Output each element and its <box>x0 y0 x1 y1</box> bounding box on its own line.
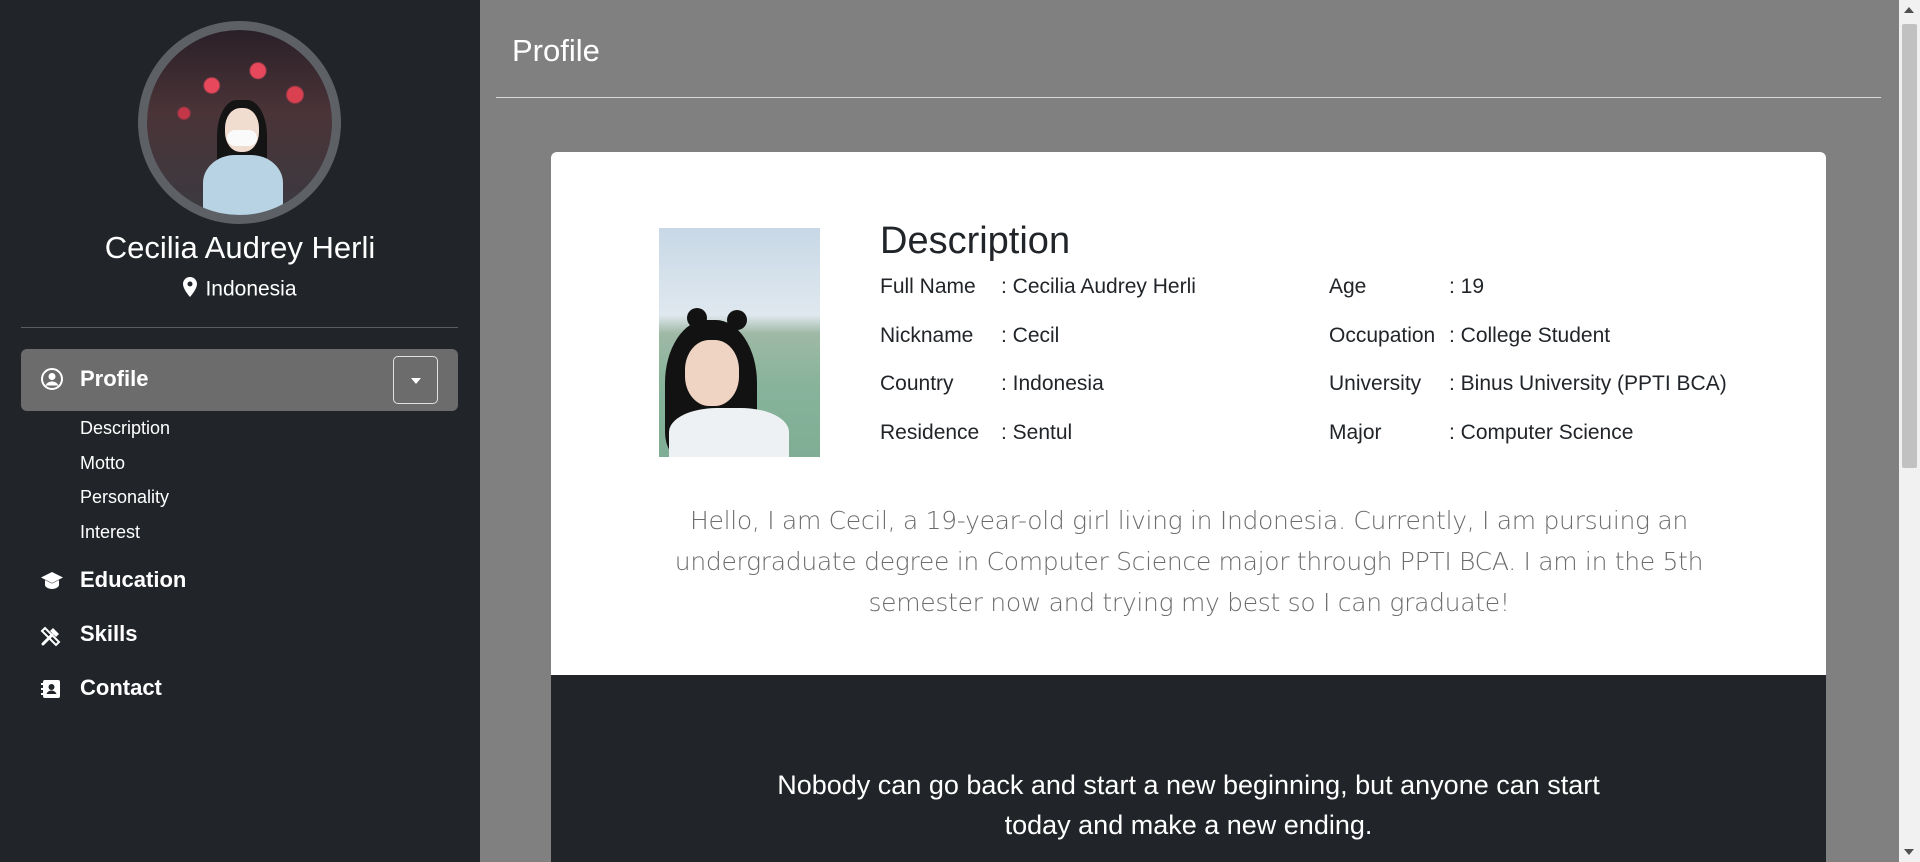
section-title-description: Description <box>880 220 1071 262</box>
profile-card: Description Full Name : Cecilia Audrey H… <box>551 152 1826 862</box>
caret-down-icon <box>411 378 421 384</box>
motto-text: Nobody can go back and start a new begin… <box>777 770 1600 840</box>
scrollbar-thumb[interactable] <box>1902 24 1917 468</box>
user-name: Cecilia Audrey Herli <box>104 230 376 265</box>
field-value: : Cecil <box>1001 324 1060 347</box>
sidebar-subitem-interest[interactable]: Interest <box>80 522 140 543</box>
sidebar-item-label: Profile <box>80 366 149 391</box>
field-value: : Binus University (PPTI BCA) <box>1449 372 1727 395</box>
user-circle-icon <box>41 368 63 395</box>
field-label: Residence <box>880 421 980 444</box>
field-label: Nickname <box>880 324 974 347</box>
field-label: Occupation <box>1329 324 1436 347</box>
field-label: Age <box>1329 275 1367 298</box>
field-label: Major <box>1329 421 1382 444</box>
location-text: Indonesia <box>205 277 297 301</box>
field-value: : Cecilia Audrey Herli <box>1001 275 1196 298</box>
map-pin-icon <box>183 277 198 303</box>
user-location: Indonesia <box>0 277 480 303</box>
sidebar-divider <box>21 327 458 328</box>
graduation-cap-icon <box>40 571 64 596</box>
field-label: Full Name <box>880 275 976 298</box>
field-value: : 19 <box>1449 275 1485 298</box>
field-label: Country <box>880 372 954 395</box>
field-value: : Indonesia <box>1001 372 1104 395</box>
scroll-down-arrow-icon[interactable] <box>1904 849 1914 855</box>
bio-text: Hello, I am Cecil, a 19-year-old girl li… <box>674 506 1704 617</box>
tools-icon <box>40 625 62 652</box>
motto-section: Nobody can go back and start a new begin… <box>551 675 1826 862</box>
sidebar-item-profile[interactable]: Profile <box>21 349 458 411</box>
field-value: : Computer Science <box>1449 421 1634 444</box>
vertical-scrollbar[interactable] <box>1899 0 1920 862</box>
sidebar-item-label: Education <box>80 567 187 592</box>
sidebar-item-label: Contact <box>80 675 162 700</box>
sidebar: Cecilia Audrey Herli Indonesia Profile D… <box>0 0 480 862</box>
header-divider <box>496 97 1881 98</box>
sidebar-subitem-motto[interactable]: Motto <box>80 453 125 474</box>
field-value: : College Student <box>1449 324 1611 347</box>
profile-photo <box>659 228 820 457</box>
avatar <box>138 21 341 224</box>
field-label: University <box>1329 372 1422 395</box>
page-title: Profile <box>512 33 600 68</box>
field-value: : Sentul <box>1001 421 1073 444</box>
profile-dropdown-button[interactable] <box>393 356 438 404</box>
scroll-up-arrow-icon[interactable] <box>1904 7 1914 13</box>
sidebar-subitem-personality[interactable]: Personality <box>80 487 169 508</box>
sidebar-subitem-description[interactable]: Description <box>80 418 170 439</box>
contact-card-icon <box>40 679 62 704</box>
avatar-photo <box>147 30 332 215</box>
sidebar-item-label: Skills <box>80 621 138 646</box>
